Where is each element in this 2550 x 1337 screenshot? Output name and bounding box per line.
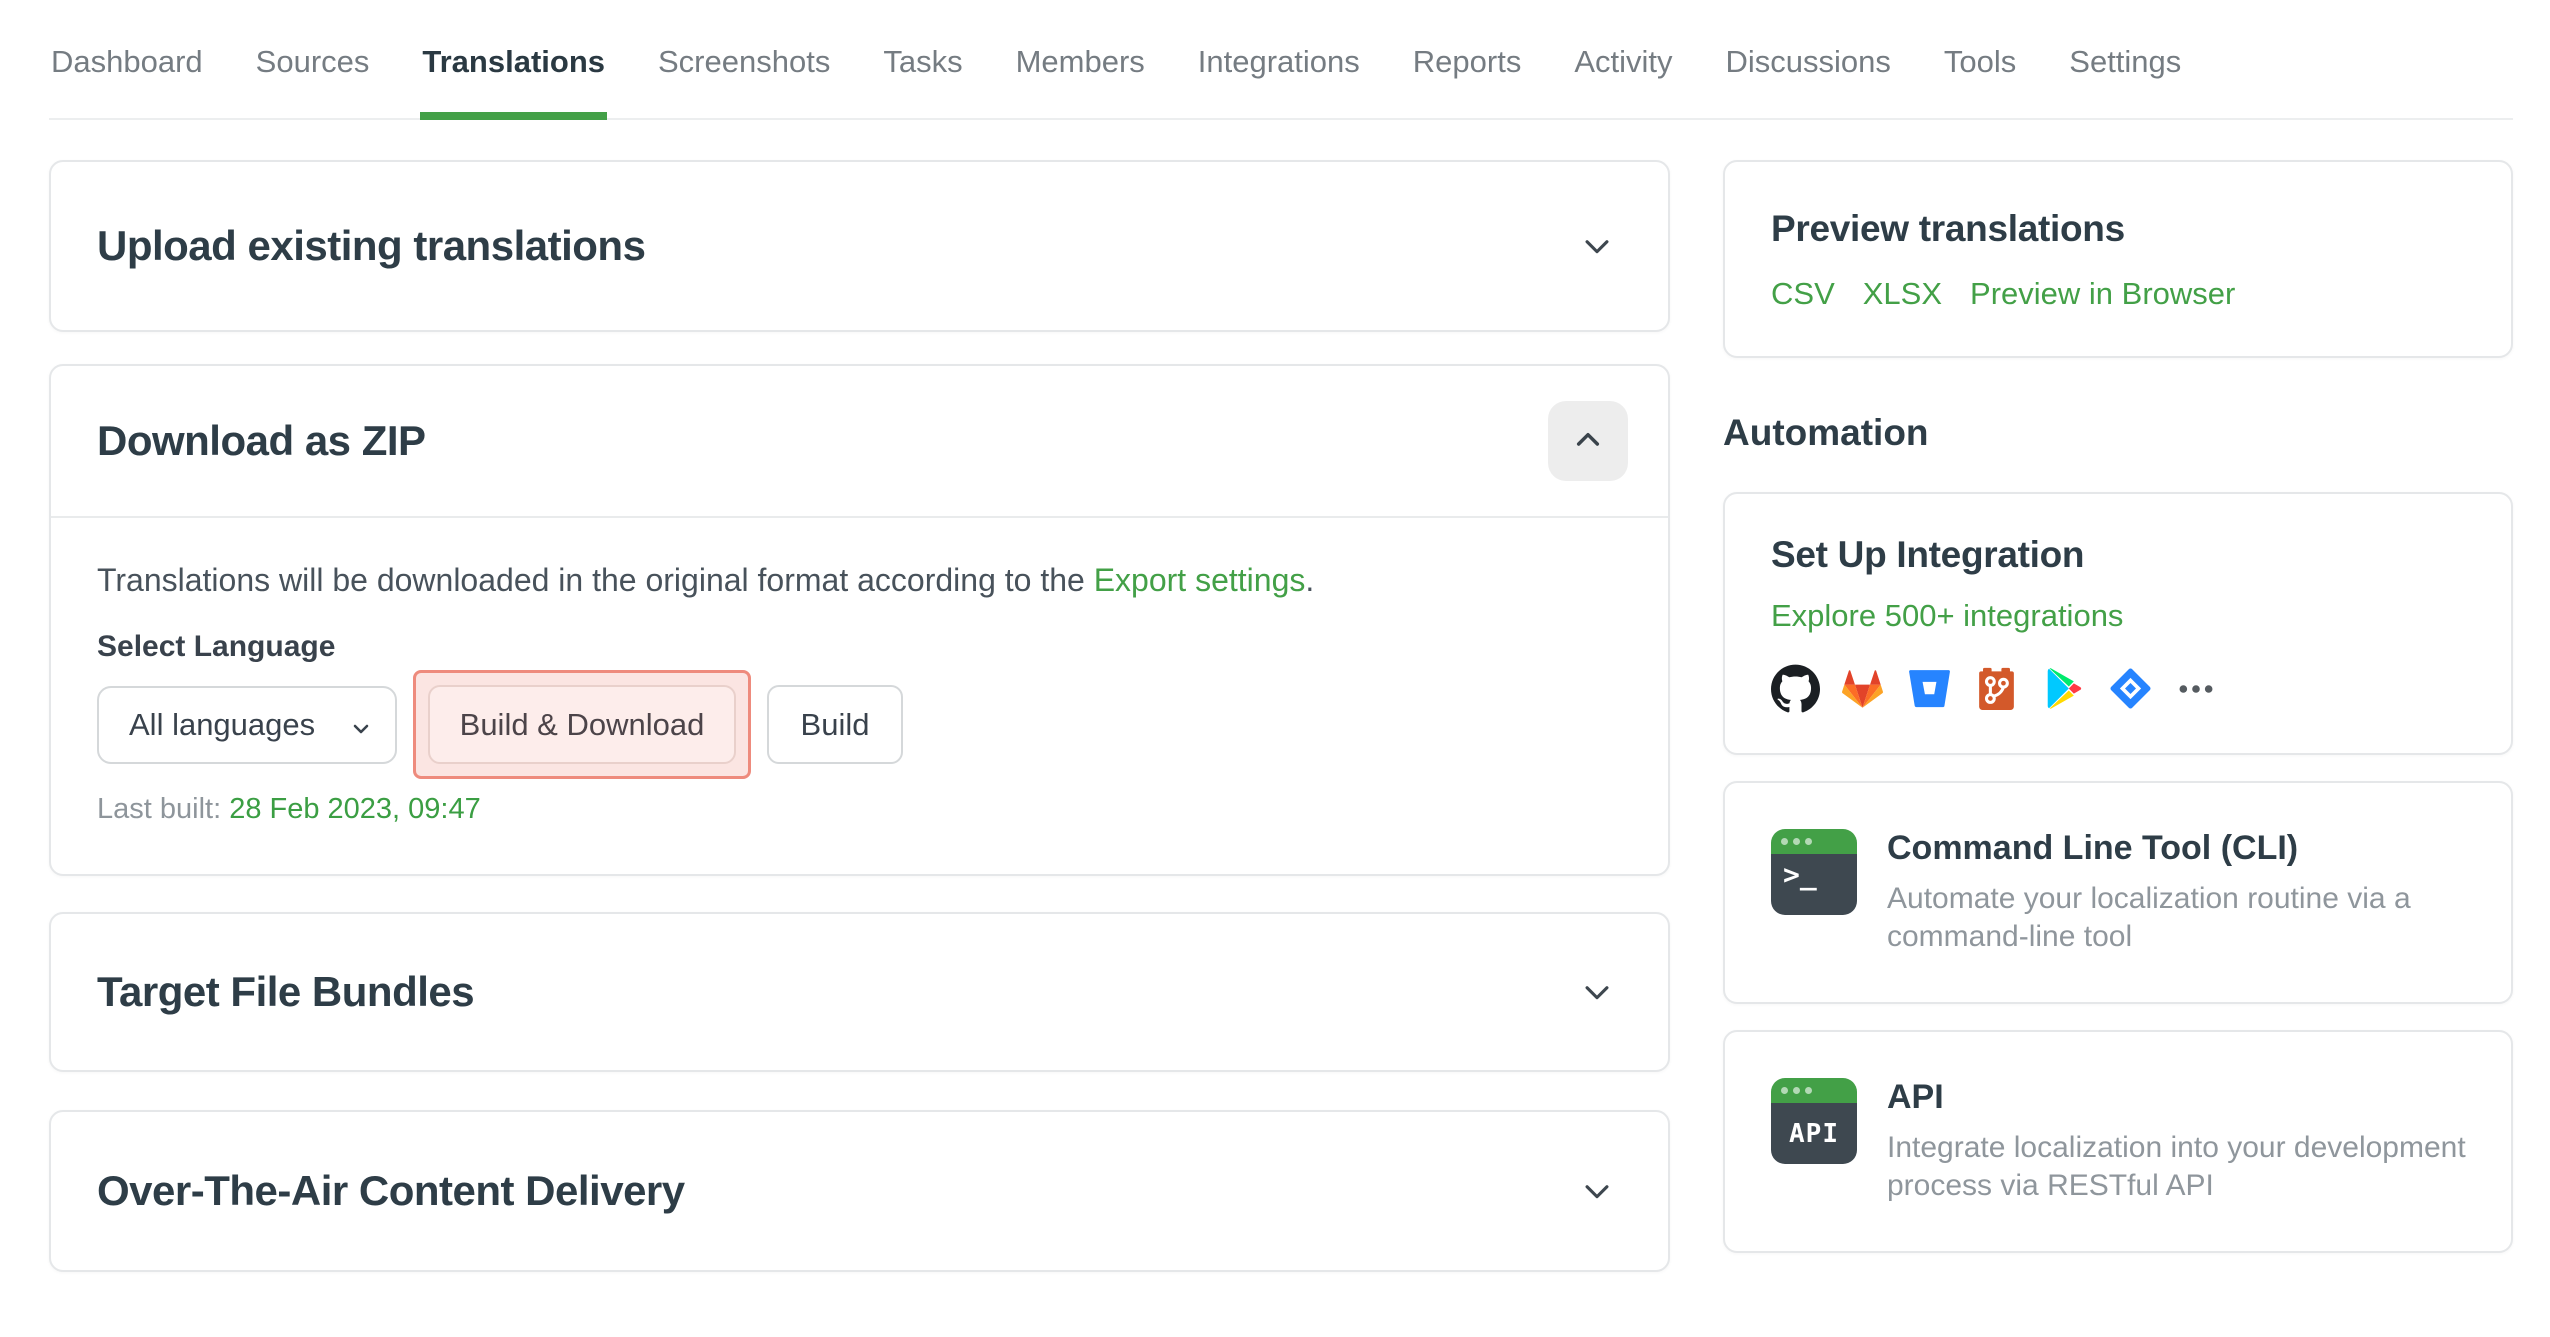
tab-tasks[interactable]: Tasks bbox=[881, 0, 964, 118]
preview-translations-title: Preview translations bbox=[1771, 208, 2125, 249]
chevron-down-icon[interactable] bbox=[1580, 229, 1614, 263]
tab-translations[interactable]: Translations bbox=[420, 0, 607, 120]
tab-integrations[interactable]: Integrations bbox=[1196, 0, 1362, 118]
api-card-text: API Integrate localization into your dev… bbox=[1887, 1078, 2466, 1205]
tab-screenshots[interactable]: Screenshots bbox=[656, 0, 832, 118]
project-tabs: Dashboard Sources Translations Screensho… bbox=[49, 0, 2513, 120]
set-up-integration-title: Set Up Integration bbox=[1771, 534, 2085, 575]
api-icon-titlebar bbox=[1771, 1078, 1857, 1103]
git-icon[interactable] bbox=[1972, 664, 2021, 713]
cli-card-description: Automate your localization routine via a… bbox=[1887, 882, 2411, 953]
chevron-down-icon[interactable] bbox=[1580, 1174, 1614, 1208]
tab-members[interactable]: Members bbox=[1014, 0, 1147, 118]
select-language-label: Select Language bbox=[97, 630, 336, 663]
api-icon-label: API bbox=[1771, 1103, 1857, 1164]
build-button[interactable]: Build bbox=[767, 685, 903, 764]
tab-activity[interactable]: Activity bbox=[1572, 0, 1674, 118]
tab-reports[interactable]: Reports bbox=[1411, 0, 1524, 118]
preview-translations-card: Preview translations CSV XLSX Preview in… bbox=[1723, 160, 2513, 358]
language-select[interactable]: All languages bbox=[97, 685, 397, 764]
build-download-highlight: Build & Download bbox=[413, 670, 751, 779]
cli-card-title: Command Line Tool (CLI) bbox=[1887, 829, 2299, 867]
terminal-prompt: >_ bbox=[1771, 854, 1857, 915]
terminal-titlebar bbox=[1771, 829, 1857, 854]
sidebar: Preview translations CSV XLSX Preview in… bbox=[1723, 160, 2513, 1272]
tab-discussions[interactable]: Discussions bbox=[1724, 0, 1893, 118]
github-icon[interactable] bbox=[1771, 664, 1820, 713]
terminal-icon: >_ bbox=[1771, 829, 1857, 915]
target-file-bundles-card[interactable]: Target File Bundles bbox=[49, 912, 1670, 1072]
tab-settings[interactable]: Settings bbox=[2067, 0, 2183, 118]
last-built-status: Last built: 28 Feb 2023, 09:47 bbox=[97, 793, 1622, 826]
tab-tools[interactable]: Tools bbox=[1942, 0, 2018, 118]
cli-card-text: Command Line Tool (CLI) Automate your lo… bbox=[1887, 829, 2411, 956]
jira-icon[interactable] bbox=[2106, 664, 2155, 713]
last-built-label: Last built: bbox=[97, 793, 230, 825]
download-zip-header[interactable]: Download as ZIP bbox=[51, 366, 1668, 518]
ota-card-title: Over-The-Air Content Delivery bbox=[97, 1167, 685, 1214]
ota-content-delivery-card[interactable]: Over-The-Air Content Delivery bbox=[49, 1110, 1670, 1272]
preview-links: CSV XLSX Preview in Browser bbox=[1771, 276, 2465, 312]
tab-sources[interactable]: Sources bbox=[254, 0, 372, 118]
bundles-card-title: Target File Bundles bbox=[97, 968, 475, 1015]
automation-heading: Automation bbox=[1723, 412, 1929, 453]
more-integrations-icon[interactable] bbox=[2177, 670, 2215, 708]
api-card-description: Integrate localization into your develop… bbox=[1887, 1131, 2466, 1202]
integration-icons-row bbox=[1771, 664, 2465, 713]
api-card-title: API bbox=[1887, 1078, 1944, 1116]
main-column: Upload existing translations Download as… bbox=[49, 160, 1670, 1272]
bitbucket-icon[interactable] bbox=[1905, 664, 1954, 713]
chevron-down-icon[interactable] bbox=[1580, 975, 1614, 1009]
page: Dashboard Sources Translations Screensho… bbox=[0, 0, 2550, 1337]
tab-dashboard[interactable]: Dashboard bbox=[49, 0, 205, 118]
google-play-icon[interactable] bbox=[2039, 664, 2088, 713]
preview-in-browser-link[interactable]: Preview in Browser bbox=[1970, 276, 2235, 312]
download-card-title: Download as ZIP bbox=[97, 417, 426, 464]
export-settings-link[interactable]: Export settings bbox=[1094, 562, 1306, 598]
description-period: . bbox=[1305, 562, 1315, 598]
build-and-download-button[interactable]: Build & Download bbox=[428, 685, 736, 764]
chevron-up-icon bbox=[1572, 424, 1604, 459]
set-up-integration-card: Set Up Integration Explore 500+ integrat… bbox=[1723, 492, 2513, 755]
preview-xlsx-link[interactable]: XLSX bbox=[1863, 276, 1942, 312]
explore-integrations-link[interactable]: Explore 500+ integrations bbox=[1771, 598, 2123, 634]
gitlab-icon[interactable] bbox=[1838, 664, 1887, 713]
preview-csv-link[interactable]: CSV bbox=[1771, 276, 1835, 312]
api-icon: API bbox=[1771, 1078, 1857, 1164]
last-built-date: 28 Feb 2023, 09:47 bbox=[229, 793, 481, 825]
upload-translations-card[interactable]: Upload existing translations bbox=[49, 160, 1670, 332]
download-zip-card: Download as ZIP Translations will be dow… bbox=[49, 364, 1670, 876]
collapse-button[interactable] bbox=[1548, 401, 1628, 481]
download-description: Translations will be downloaded in the o… bbox=[97, 560, 1622, 600]
language-select-value: All languages bbox=[129, 706, 316, 742]
download-zip-body: Translations will be downloaded in the o… bbox=[51, 518, 1668, 874]
cli-card[interactable]: >_ Command Line Tool (CLI) Automate your… bbox=[1723, 781, 2513, 1004]
api-card[interactable]: API API Integrate localization into your… bbox=[1723, 1030, 2513, 1253]
description-text: Translations will be downloaded in the o… bbox=[97, 562, 1094, 598]
upload-card-title: Upload existing translations bbox=[97, 222, 646, 269]
chevron-down-icon bbox=[349, 713, 373, 737]
